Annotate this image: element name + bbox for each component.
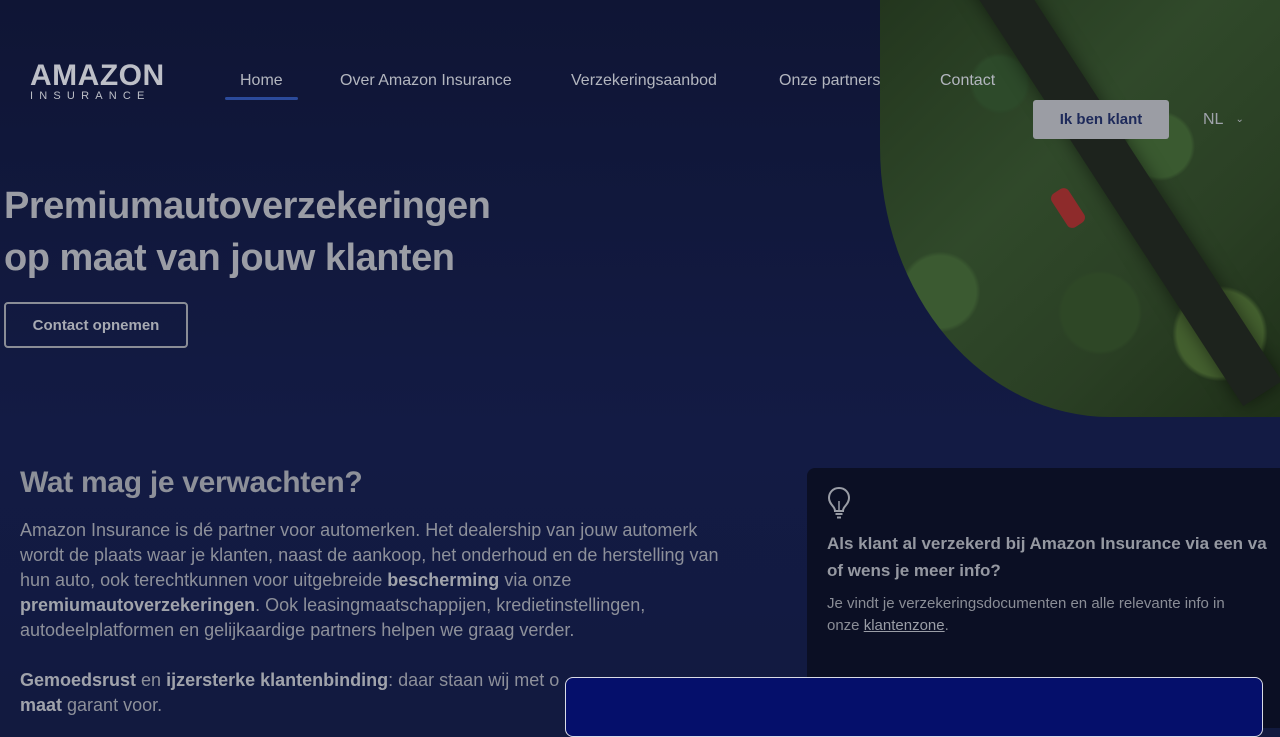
bold-segment: premiumautoverzekeringen bbox=[20, 595, 256, 615]
language-label: NL bbox=[1203, 111, 1224, 128]
client-login-button[interactable]: Ik ben klant bbox=[1033, 100, 1169, 139]
logo-line1: AMAZON bbox=[30, 59, 165, 92]
lightbulb-icon bbox=[827, 486, 851, 519]
bold-segment: ijzersterke klantenbinding bbox=[166, 670, 389, 690]
card-text-end: . bbox=[944, 617, 949, 634]
nav-home[interactable]: Home bbox=[225, 72, 298, 100]
language-selector[interactable]: NL ⌄ bbox=[1203, 111, 1244, 129]
customer-zone-link[interactable]: klantenzone bbox=[864, 617, 945, 634]
card-text: Je vindt je verzekeringsdocumenten en al… bbox=[827, 593, 1247, 637]
card-title: Als klant al verzekerd bij Amazon Insura… bbox=[827, 530, 1280, 584]
logo[interactable]: AMAZON INSURANCE bbox=[30, 59, 175, 103]
nav-contact[interactable]: Contact bbox=[940, 72, 995, 90]
nav-over-amazon-insurance[interactable]: Over Amazon Insurance bbox=[340, 72, 512, 90]
hero-title: Premiumautoverzekeringen op maat van jou… bbox=[4, 180, 491, 284]
text-segment: : daar staan wij met o bbox=[388, 670, 560, 690]
section-title: Wat mag je verwachten? bbox=[20, 466, 363, 499]
intro-paragraph: Amazon Insurance is dé partner voor auto… bbox=[20, 518, 740, 643]
hero-title-line1: Premiumautoverzekeringen bbox=[4, 185, 491, 227]
nav-onze-partners[interactable]: Onze partners bbox=[779, 72, 880, 90]
text-segment: Amazon Insurance is dé partner voor auto… bbox=[20, 520, 719, 590]
bold-segment: Gemoedsrust bbox=[20, 670, 137, 690]
card-title-line1: Als klant al verzekerd bij Amazon Insura… bbox=[827, 534, 1267, 553]
contact-button[interactable]: Contact opnemen bbox=[4, 302, 188, 348]
bold-segment: maat bbox=[20, 695, 63, 715]
text-segment: via onze bbox=[499, 570, 572, 590]
overlay-panel[interactable] bbox=[565, 677, 1263, 737]
text-segment: garant voor. bbox=[62, 695, 163, 715]
bold-segment: bescherming bbox=[387, 570, 500, 590]
road-graphic bbox=[960, 0, 1280, 407]
car-graphic bbox=[1048, 185, 1088, 231]
hero-title-line2: op maat van jouw klanten bbox=[4, 237, 455, 279]
card-title-line2: of wens je meer info? bbox=[827, 561, 1001, 580]
text-segment: en bbox=[136, 670, 167, 690]
chevron-down-icon: ⌄ bbox=[1235, 114, 1244, 125]
nav-verzekeringsaanbod[interactable]: Verzekeringsaanbod bbox=[571, 72, 717, 90]
